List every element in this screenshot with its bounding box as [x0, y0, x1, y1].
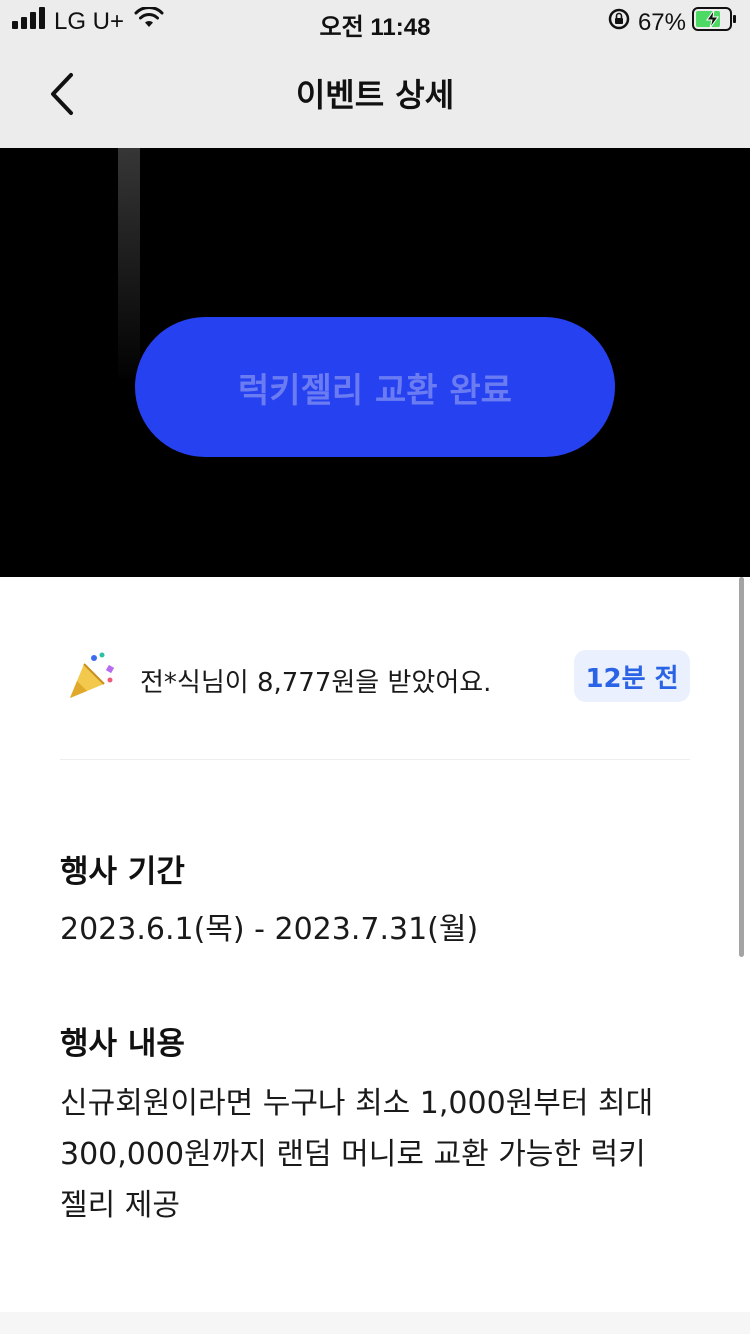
party-popper-icon — [66, 652, 118, 704]
page-title: 이벤트 상세 — [295, 76, 455, 114]
event-content-line: 신규회원이라면 누구나 최소 1,000원부터 최대 — [60, 1086, 654, 1121]
event-period-value: 2023.6.1(목) - 2023.7.31(월) — [60, 912, 479, 947]
status-bar: LG U+ 오전 11:48 67% — [0, 0, 750, 41]
recent-winner-notification: 전*식님이 8,777원을 받았어요. 12분 전 — [60, 648, 690, 708]
bottom-bar — [0, 1312, 750, 1334]
time-badge: 12분 전 — [574, 650, 690, 702]
event-content-title: 행사 내용 — [60, 1026, 185, 1062]
hero-banner: 럭키젤리 교환 완료 — [0, 148, 750, 577]
hero-light-streak — [118, 148, 140, 378]
battery-charging-icon — [692, 7, 738, 38]
battery-percent: 67% — [637, 8, 686, 36]
scrollbar[interactable] — [739, 577, 744, 957]
notification-text: 전*식님이 8,777원을 받았어요. — [140, 668, 492, 698]
event-period-title: 행사 기간 — [60, 854, 185, 890]
event-content-line: 300,000원까지 랜덤 머니로 교환 가능한 럭키 — [60, 1137, 646, 1172]
event-content-body: 신규회원이라면 누구나 최소 1,000원부터 최대 300,000원까지 랜덤… — [60, 1078, 700, 1231]
divider — [60, 759, 690, 760]
status-right: 67% — [608, 7, 738, 38]
lucky-jelly-exchange-button[interactable]: 럭키젤리 교환 완료 — [135, 317, 615, 457]
event-content-line: 젤리 제공 — [60, 1188, 180, 1223]
nav-bar: 이벤트 상세 — [0, 40, 750, 148]
rotation-lock-icon — [608, 8, 630, 37]
